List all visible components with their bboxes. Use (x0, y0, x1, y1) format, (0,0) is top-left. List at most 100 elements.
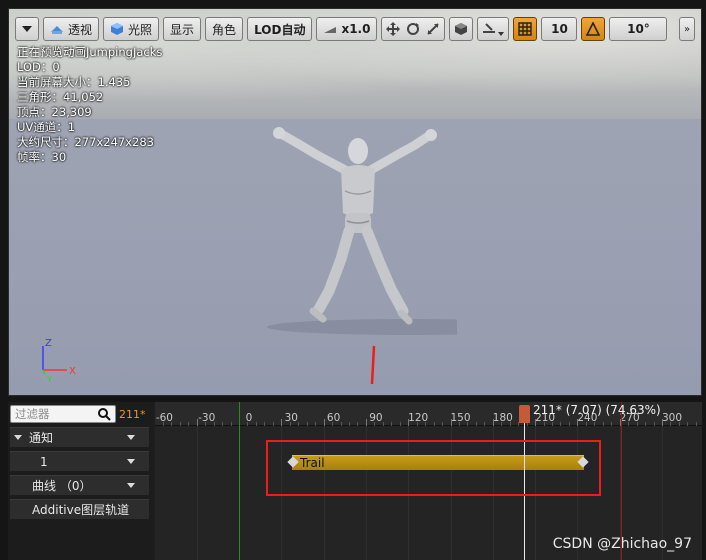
ruler-tick (408, 419, 410, 426)
track-additive-layers[interactable]: Additive图层轨道 (10, 499, 149, 519)
stat-screen-size: 当前屏幕大小：1.435 (17, 75, 131, 89)
ruler-minor-tick (230, 422, 232, 426)
perspective-icon (51, 26, 63, 34)
ruler-tick (450, 419, 452, 426)
ruler-tick (281, 419, 283, 426)
ruler-minor-tick (382, 422, 384, 426)
lod-button[interactable]: LOD自动 (247, 17, 313, 41)
lit-label: 光照 (128, 22, 153, 37)
track-notify-1[interactable]: 1 (10, 451, 149, 471)
ruler-minor-tick (399, 422, 401, 426)
track-notifies[interactable]: 通知 (10, 427, 149, 447)
viewport-toolbar: 透视 光照 显示 角色 LOD自动 x1.0 10 10° (15, 16, 668, 42)
grid-snap-value[interactable]: 10 (541, 17, 578, 41)
track-list: 过滤器 211* 通知 1 曲线 （0） Additive图层轨道 (8, 402, 153, 560)
ruler-minor-tick (179, 422, 181, 426)
animation-editor: 透视 光照 显示 角色 LOD自动 x1.0 10 10° » 正在预览动画Ju… (0, 0, 706, 560)
axis-x-label: X (69, 366, 76, 377)
ruler-minor-tick (552, 422, 554, 426)
filter-placeholder: 过滤器 (15, 407, 50, 421)
dropdown-caret-icon[interactable] (127, 435, 135, 440)
ruler-minor-tick (501, 422, 503, 426)
scale-icon[interactable] (426, 22, 440, 36)
ruler-minor-tick (332, 422, 334, 426)
ruler-minor-tick (509, 422, 511, 426)
ruler-minor-tick (636, 422, 638, 426)
transform-tools (381, 17, 446, 41)
ruler-minor-tick (433, 422, 435, 426)
perspective-label: 透视 (68, 22, 93, 37)
grid-snap-toggle[interactable] (513, 17, 538, 41)
stat-vertices: 顶点：23,309 (17, 105, 92, 119)
stat-approx-size: 大约尺寸：277x247x283 (17, 135, 154, 149)
world-local-button[interactable] (449, 17, 474, 41)
surface-snap-icon (483, 23, 496, 33)
track-curves[interactable]: 曲线 （0） (10, 475, 149, 495)
track-label: 曲线 （0） (32, 479, 92, 493)
ruler-minor-tick (298, 422, 300, 426)
ruler-minor-tick (255, 422, 257, 426)
ruler-minor-tick (213, 422, 215, 426)
scrubber-handle[interactable] (519, 405, 530, 423)
ruler-minor-tick (467, 422, 469, 426)
character-label: 角色 (212, 22, 237, 37)
chevron-down-icon (22, 26, 32, 32)
character-button[interactable]: 角色 (205, 17, 244, 41)
ruler-tick (323, 419, 325, 426)
axis-y-label: Y (46, 375, 52, 384)
preview-viewport[interactable]: 透视 光照 显示 角色 LOD自动 x1.0 10 10° » 正在预览动画Ju… (8, 8, 702, 396)
dropdown-caret-icon[interactable] (127, 483, 135, 488)
rotation-snap-value-label: 10° (627, 22, 650, 36)
ruler-minor-tick (289, 422, 291, 426)
ruler-minor-tick (670, 422, 672, 426)
dropdown-caret-icon[interactable] (127, 459, 135, 464)
cube-icon (455, 23, 468, 35)
expand-toolbar-button[interactable]: » (679, 17, 695, 41)
ruler-minor-tick (416, 422, 418, 426)
ruler-minor-tick (585, 422, 587, 426)
track-label: 通知 (29, 431, 54, 445)
move-icon[interactable] (386, 22, 401, 36)
perspective-button[interactable]: 透视 (43, 17, 100, 41)
stat-lod: LOD：0 (17, 60, 60, 74)
ruler-minor-tick (560, 422, 562, 426)
ruler-tick (196, 419, 198, 426)
ruler-minor-tick (188, 422, 190, 426)
rotation-snap-value[interactable]: 10° (609, 17, 668, 41)
ruler-minor-tick (272, 422, 274, 426)
grid-line (196, 426, 198, 560)
ruler-minor-tick (205, 422, 207, 426)
ruler-minor-tick (645, 422, 647, 426)
grid-icon (518, 22, 533, 36)
ruler-minor-tick (425, 422, 427, 426)
filter-search-input[interactable]: 过滤器 (10, 405, 116, 423)
ruler-minor-tick (568, 422, 570, 426)
surface-snap-caret-icon (498, 32, 505, 36)
rotate-icon[interactable] (406, 22, 420, 36)
annotation-arrow (370, 345, 376, 385)
show-button[interactable]: 显示 (163, 17, 202, 41)
expand-arrow-icon[interactable] (14, 435, 22, 440)
ruler-minor-tick (678, 422, 680, 426)
ruler-minor-tick (628, 422, 630, 426)
ruler-minor-tick (348, 422, 350, 426)
ruler-minor-tick (306, 422, 308, 426)
ruler-minor-tick (484, 422, 486, 426)
annotation-highlight-box (266, 440, 601, 496)
angle-icon (586, 22, 601, 36)
track-label: 1 (40, 454, 48, 469)
ruler-minor-tick (247, 422, 249, 426)
rotation-snap-toggle[interactable] (581, 17, 606, 41)
ruler-minor-tick (442, 422, 444, 426)
ruler-tick (535, 419, 537, 426)
ruler-minor-tick (357, 422, 359, 426)
current-frame-label: 211* (119, 408, 146, 421)
surface-snap-button[interactable] (477, 17, 510, 41)
track-label: Additive图层轨道 (32, 503, 130, 517)
stat-triangles: 三角形：41,052 (17, 90, 104, 104)
lit-button[interactable]: 光照 (103, 17, 160, 41)
viewport-menu-button[interactable] (15, 17, 39, 41)
ruler-minor-tick (162, 422, 164, 426)
ruler-minor-tick (315, 422, 317, 426)
playback-speed-button[interactable]: x1.0 (316, 17, 378, 41)
